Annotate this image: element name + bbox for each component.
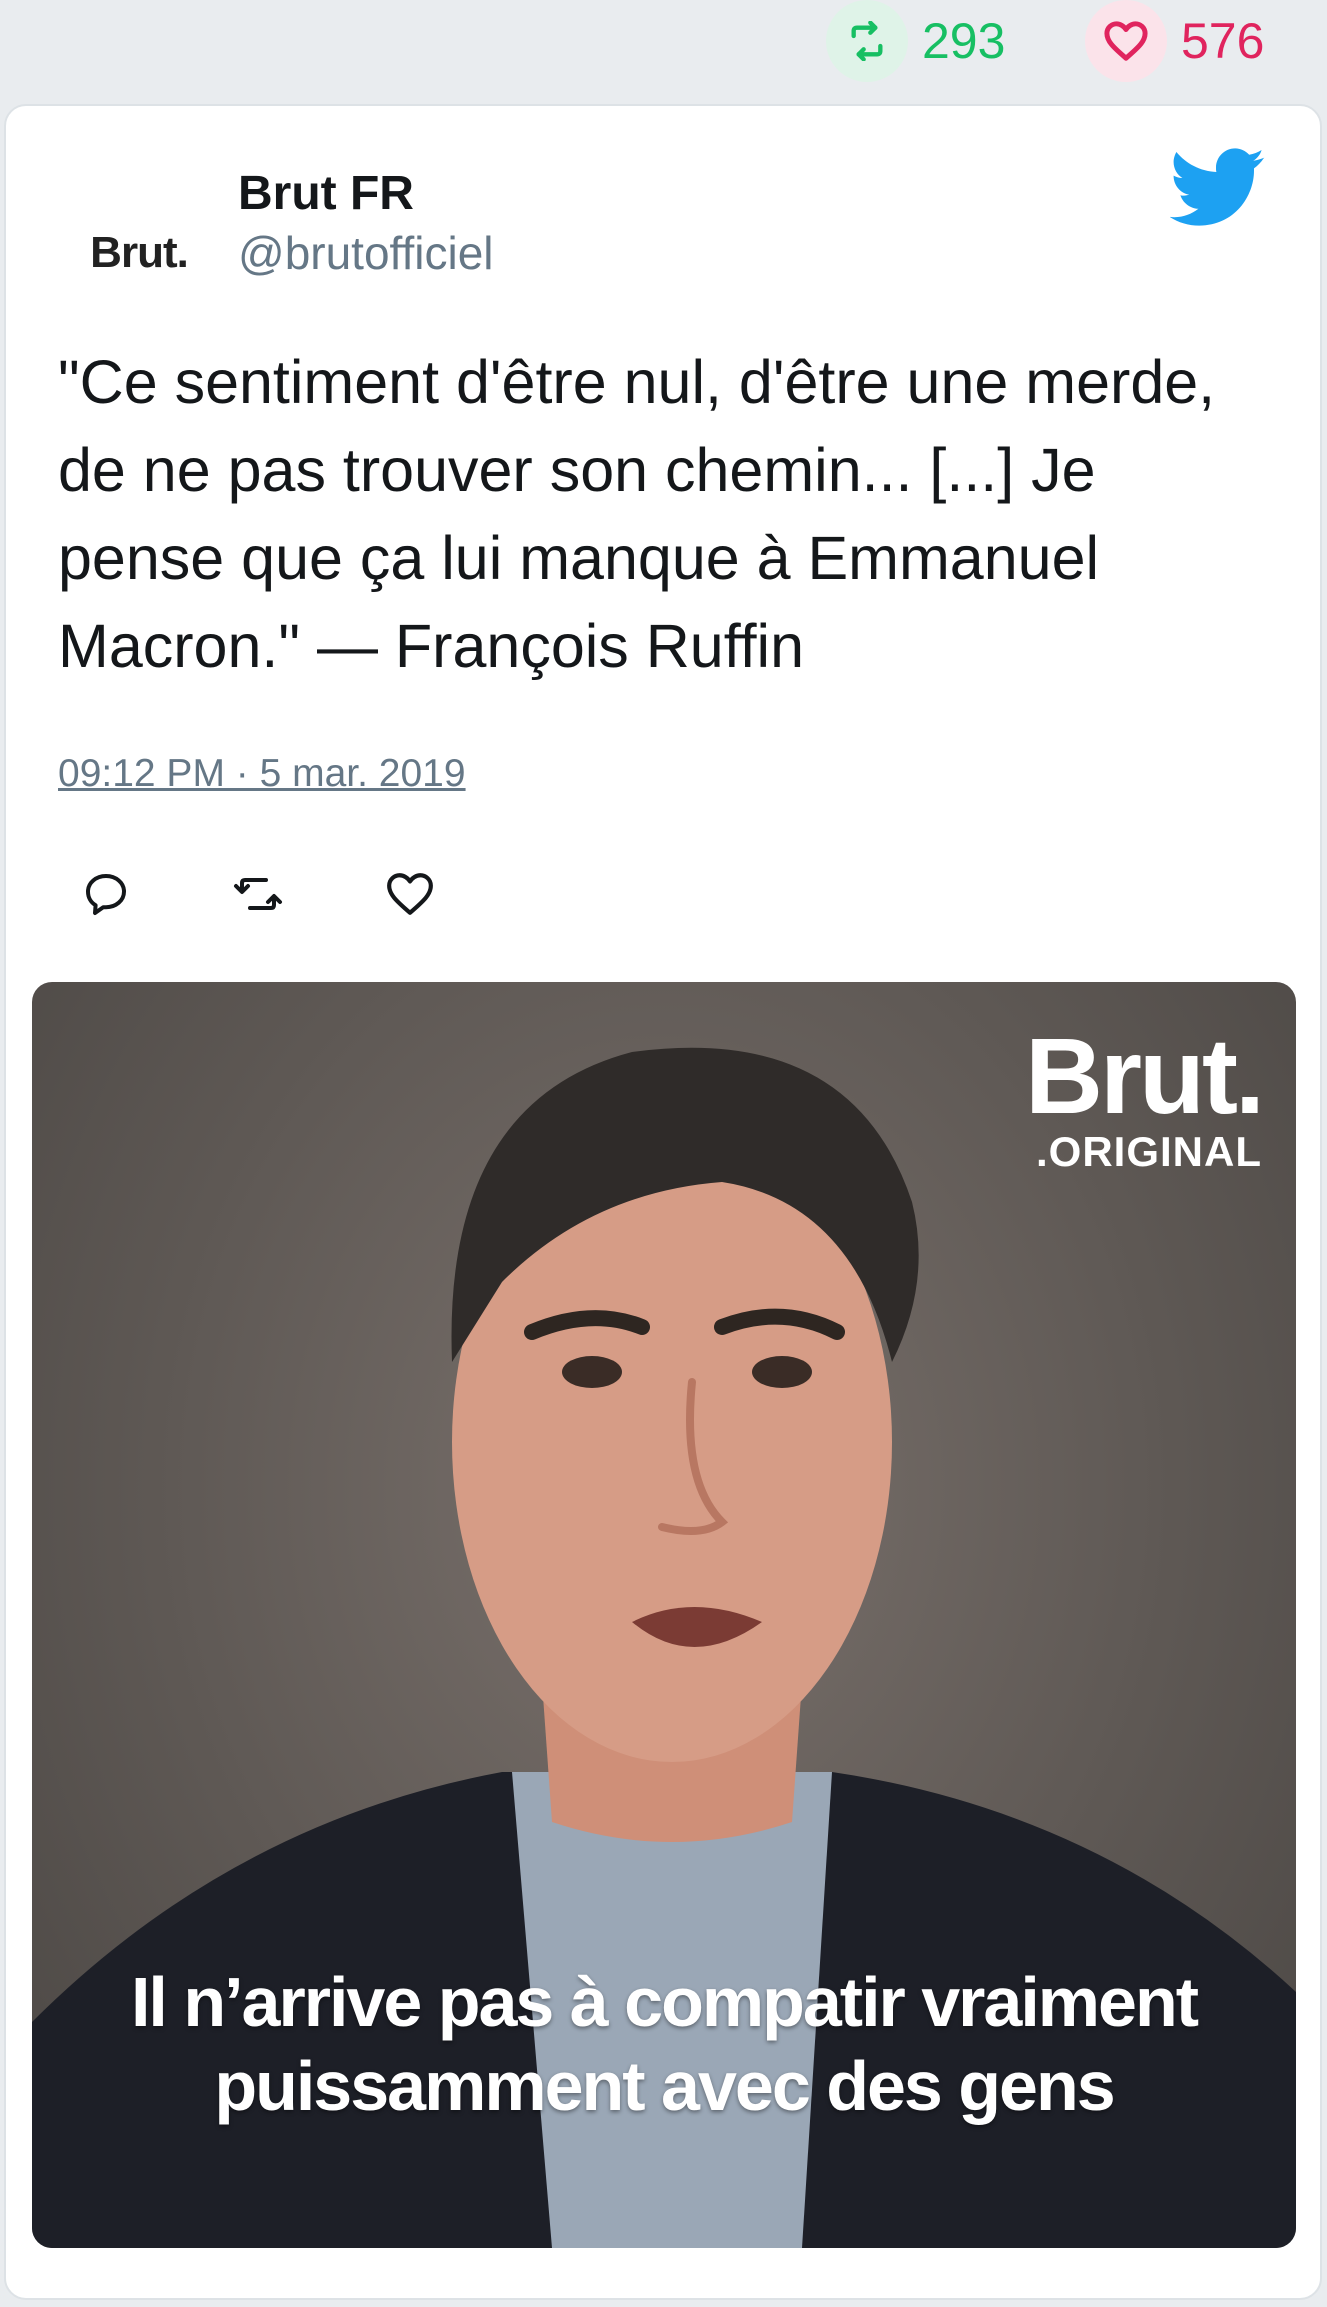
caption-line-2: puissamment avec des gens	[214, 2047, 1115, 2125]
avatar[interactable]: Brut.	[54, 168, 224, 338]
user-handle[interactable]: @brutofficiel	[238, 226, 494, 280]
like-stat[interactable]: 576	[1085, 0, 1264, 82]
tweet-timestamp[interactable]: 09:12 PM · 5 mar. 2019	[58, 752, 466, 796]
reply-icon	[86, 874, 126, 915]
tweet-text: "Ce sentiment d'être nul, d'être une mer…	[58, 348, 1216, 680]
avatar-logo: Brut.	[90, 228, 189, 277]
like-button[interactable]	[370, 854, 450, 934]
tweet-stats-bar: 293 576	[0, 0, 1327, 92]
tweet-card: Brut. Brut FR @brutofficiel "Ce sentimen…	[4, 104, 1322, 2300]
video-caption: Il n’arrive pas à compatir vraiment puis…	[32, 1960, 1296, 2128]
brut-original-logo: Brut. .ORIGINAL	[1025, 1015, 1265, 1175]
caption-line-1: Il n’arrive pas à compatir vraiment	[130, 1963, 1199, 2041]
retweet-stat[interactable]: 293	[826, 0, 1005, 82]
retweet-stat-icon	[826, 0, 908, 82]
twitter-bird-icon[interactable]	[1170, 146, 1266, 230]
reply-button[interactable]	[66, 854, 146, 934]
tweet-actions	[66, 854, 522, 934]
retweet-count: 293	[922, 13, 1006, 69]
retweet-icon	[234, 878, 282, 910]
brut-logo-text: Brut.	[1025, 1015, 1265, 1136]
retweet-button[interactable]	[218, 854, 298, 934]
original-label: .ORIGINAL	[1036, 1128, 1262, 1175]
display-name[interactable]: Brut FR	[238, 166, 414, 221]
like-count: 576	[1181, 13, 1265, 69]
heart-icon	[387, 873, 433, 915]
video-thumbnail[interactable]: Brut. .ORIGINAL Il n’arrive pas à compat…	[32, 982, 1296, 2248]
heart-stat-icon	[1085, 0, 1167, 82]
